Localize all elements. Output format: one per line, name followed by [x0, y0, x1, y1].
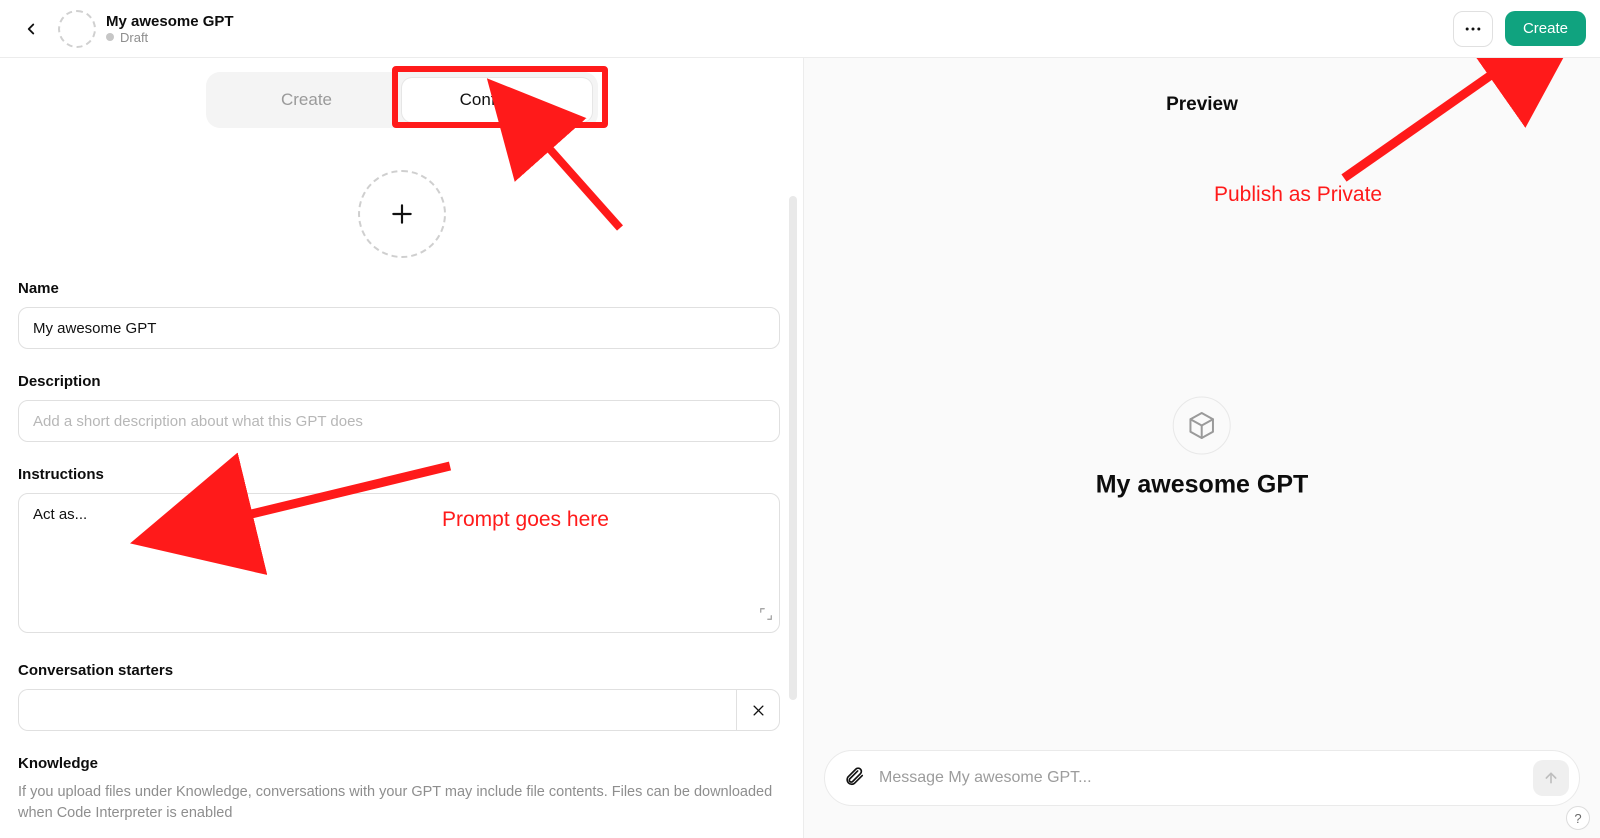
preview-center: My awesome GPT: [1096, 397, 1309, 500]
top-bar-left: My awesome GPT Draft: [14, 10, 234, 48]
help-button[interactable]: ?: [1566, 806, 1590, 830]
annotation-publish-text: Publish as Private: [1214, 183, 1382, 207]
more-menu-button[interactable]: [1453, 11, 1493, 47]
label-name: Name: [18, 280, 785, 297]
textarea-instructions[interactable]: [18, 493, 780, 633]
configure-form: Name Description Instructions Conversati…: [0, 128, 803, 824]
input-name[interactable]: [18, 307, 780, 349]
create-publish-button[interactable]: Create: [1505, 11, 1586, 46]
remove-starter-button[interactable]: [736, 689, 780, 731]
top-bar: My awesome GPT Draft Create: [0, 0, 1600, 58]
plus-icon: [389, 201, 415, 227]
label-instructions: Instructions: [18, 466, 785, 483]
back-button[interactable]: [14, 12, 48, 46]
tab-create[interactable]: Create: [212, 78, 402, 122]
field-name: Name: [18, 280, 785, 349]
close-icon: [751, 703, 766, 718]
field-knowledge: Knowledge If you upload files under Know…: [18, 755, 785, 824]
status-dot-icon: [106, 33, 114, 41]
preview-avatar: [1173, 397, 1231, 455]
tabs-container: Create Configure: [0, 72, 803, 128]
scrollbar[interactable]: [789, 196, 797, 700]
arrow-up-icon: [1543, 770, 1559, 786]
header-title-stack: My awesome GPT Draft: [106, 13, 234, 45]
tabs: Create Configure: [206, 72, 598, 128]
attachment-icon[interactable]: [843, 765, 865, 792]
avatar-upload-wrap: [18, 170, 785, 258]
compose-bar: [824, 750, 1580, 806]
preview-gpt-name: My awesome GPT: [1096, 471, 1309, 500]
right-panel: Preview My awesome GPT ?: [804, 58, 1600, 838]
compose-input[interactable]: [879, 769, 1519, 787]
knowledge-help-text: If you upload files under Knowledge, con…: [18, 782, 778, 824]
header-status: Draft: [106, 30, 234, 45]
field-starters: Conversation starters: [18, 662, 785, 731]
ellipsis-icon: [1463, 19, 1483, 39]
chevron-left-icon: [22, 20, 40, 38]
label-starters: Conversation starters: [18, 662, 785, 679]
input-starter[interactable]: [18, 689, 736, 731]
avatar-upload-button[interactable]: [358, 170, 446, 258]
field-description: Description: [18, 373, 785, 442]
header-status-text: Draft: [120, 30, 148, 45]
top-bar-right: Create: [1453, 11, 1586, 47]
main-split: Create Configure Name Description: [0, 58, 1600, 838]
left-panel: Create Configure Name Description: [0, 58, 804, 838]
gpt-avatar-placeholder: [58, 10, 96, 48]
preview-heading: Preview: [804, 94, 1600, 116]
tab-configure[interactable]: Configure: [402, 78, 592, 122]
starter-row: [18, 689, 785, 731]
field-instructions: Instructions: [18, 466, 785, 638]
cube-icon: [1187, 411, 1217, 441]
label-knowledge: Knowledge: [18, 755, 785, 772]
input-description[interactable]: [18, 400, 780, 442]
label-description: Description: [18, 373, 785, 390]
header-title: My awesome GPT: [106, 13, 234, 30]
send-button[interactable]: [1533, 760, 1569, 796]
